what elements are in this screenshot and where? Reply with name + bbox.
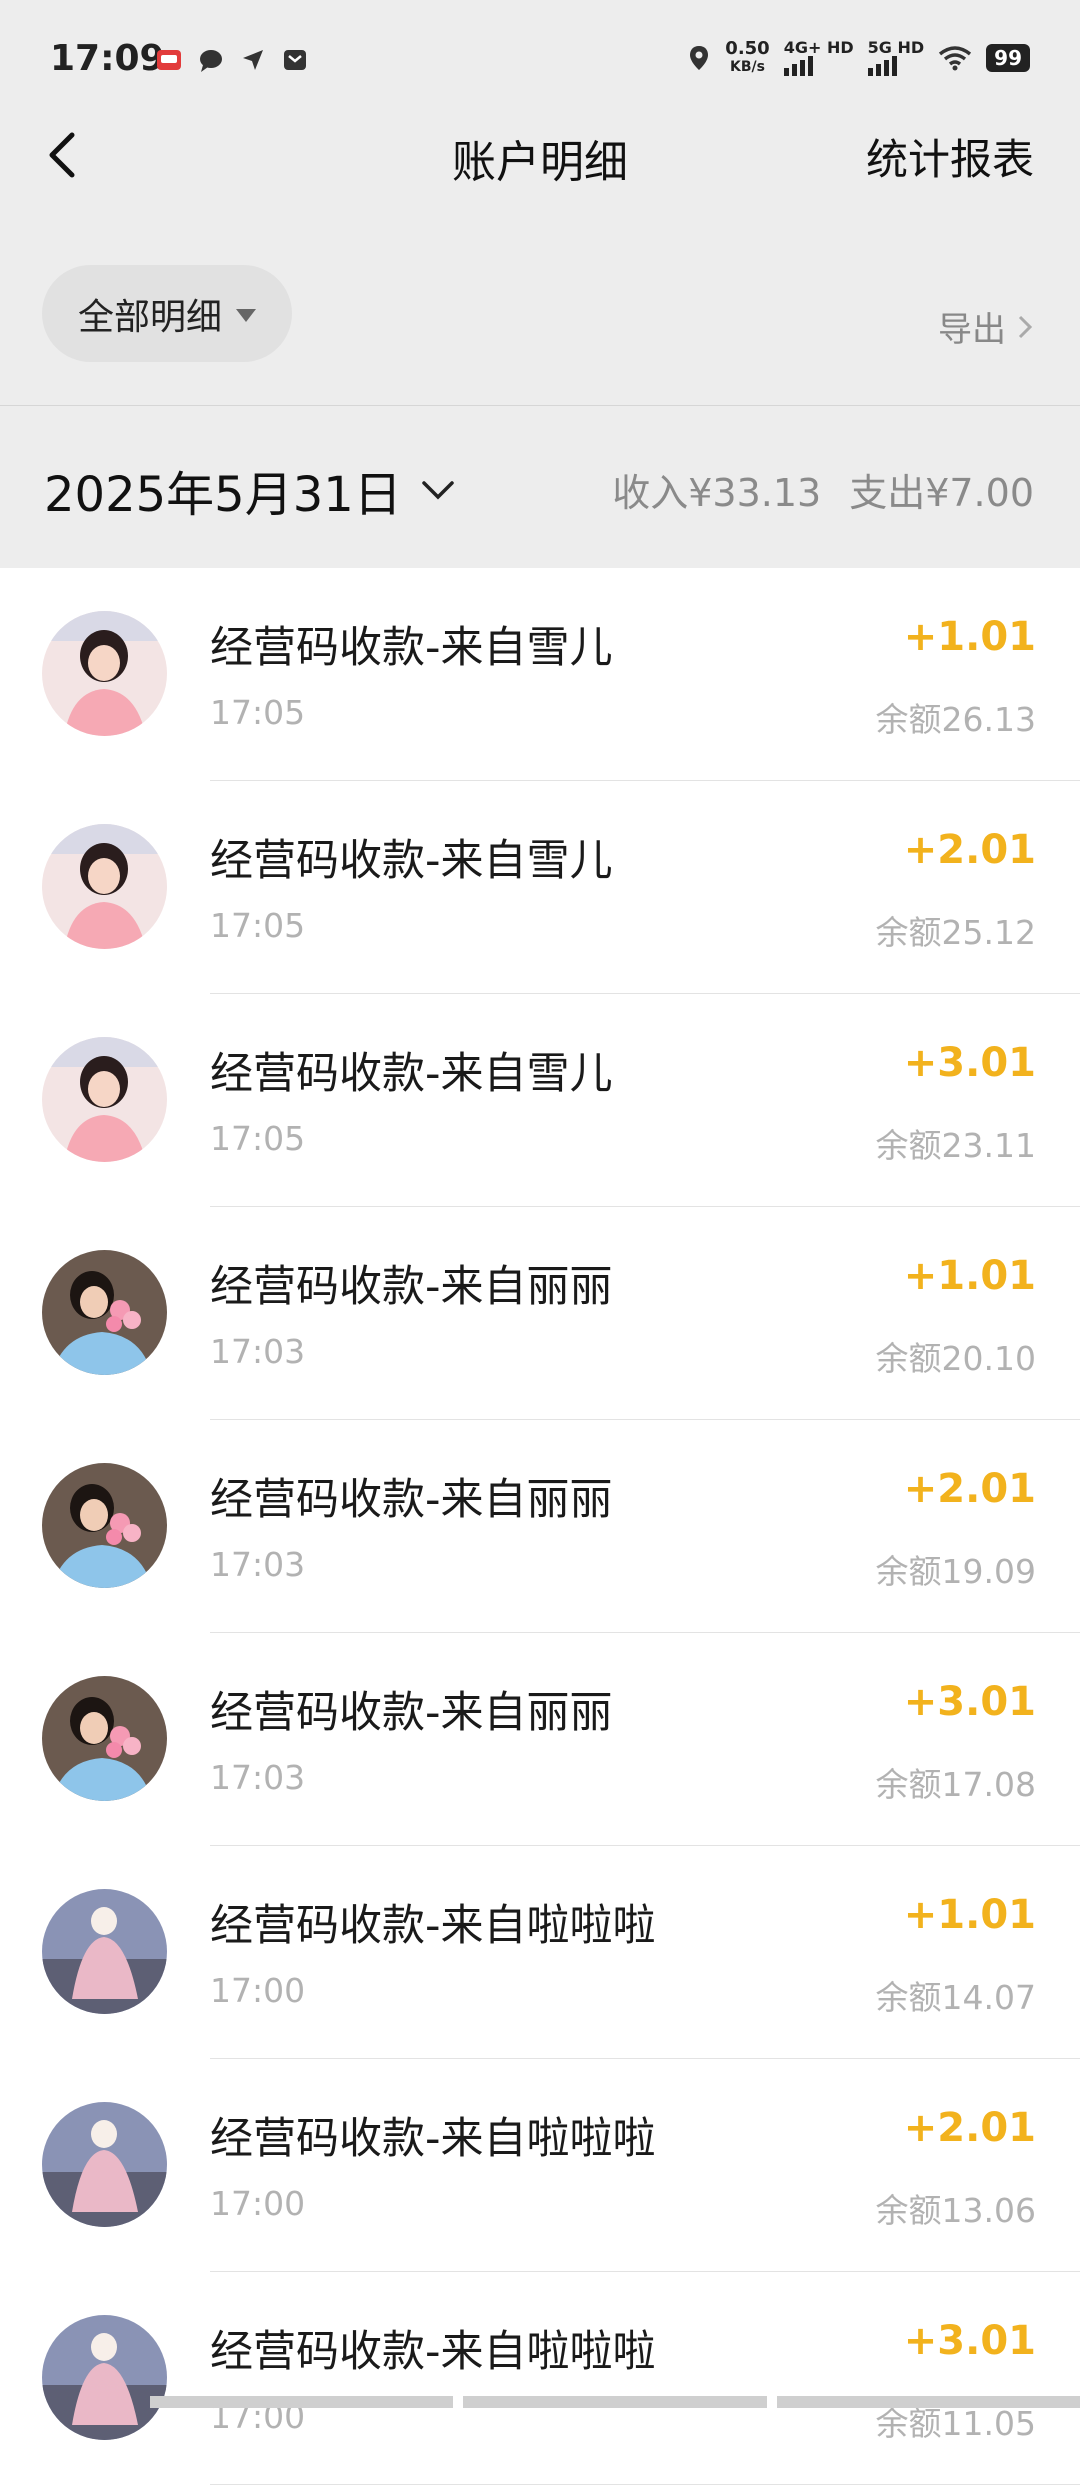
bottom-scroll-strip	[0, 2396, 1080, 2408]
transaction-amount: +2.01	[903, 827, 1036, 873]
transaction-title: 经营码收款-来自啦啦啦	[210, 2327, 656, 2377]
inbox-icon	[284, 50, 306, 70]
transaction-list: 经营码收款-来自雪儿 17:05 +1.01 余额26.13 经营码收款-来自雪儿 17:…	[0, 568, 1080, 2485]
net-speed: 0.50 KB/s	[725, 40, 769, 76]
transaction-row[interactable]: 经营码收款-来自雪儿 17:05 +3.01 余额23.11	[0, 994, 1080, 1207]
transaction-amount: +2.01	[903, 1466, 1036, 1512]
transaction-time: 17:03	[210, 1545, 306, 1584]
filter-dropdown[interactable]: 全部明细	[42, 265, 292, 362]
dropdown-triangle-icon	[236, 309, 256, 322]
signal-bars-icon	[867, 56, 925, 76]
notification-icons	[155, 46, 309, 74]
message-icon	[200, 50, 222, 72]
transaction-row[interactable]: 经营码收款-来自丽丽 17:03 +1.01 余额20.10	[0, 1207, 1080, 1420]
avatar	[42, 1250, 167, 1375]
wifi-icon	[939, 46, 972, 71]
sim2-signal: 5G HD	[867, 38, 925, 76]
transaction-title: 经营码收款-来自啦啦啦	[210, 1901, 656, 1951]
avatar	[42, 1037, 167, 1162]
transaction-row[interactable]: 经营码收款-来自啦啦啦 17:00 +1.01 余额14.07	[0, 1846, 1080, 2059]
status-right: 0.50 KB/s 4G+ HD 5G HD 99	[687, 40, 1030, 76]
transaction-title: 经营码收款-来自雪儿	[210, 1049, 613, 1099]
transaction-amount: +3.01	[903, 2318, 1036, 2364]
date-label: 2025年5月31日	[44, 467, 402, 523]
app-notification-icon	[157, 50, 181, 70]
avatar	[42, 1889, 167, 2014]
net-speed-value: 0.50	[725, 38, 770, 59]
transaction-amount: +1.01	[903, 614, 1036, 660]
sim1-signal: 4G+ HD	[783, 38, 854, 76]
transaction-title: 经营码收款-来自丽丽	[210, 1262, 613, 1312]
date-selector[interactable]: 2025年5月31日	[44, 455, 456, 525]
transaction-time: 17:00	[210, 1971, 306, 2010]
transaction-time: 17:05	[210, 906, 306, 945]
transaction-row[interactable]: 经营码收款-来自啦啦啦 17:00 +2.01 余额13.06	[0, 2059, 1080, 2272]
transaction-row[interactable]: 经营码收款-来自丽丽 17:03 +2.01 余额19.09	[0, 1420, 1080, 1633]
transaction-balance: 余额14.07	[875, 1978, 1036, 2017]
signal-bars-icon	[783, 56, 854, 76]
transaction-row[interactable]: 经营码收款-来自雪儿 17:05 +1.01 余额26.13	[0, 568, 1080, 781]
avatar	[42, 1463, 167, 1588]
chevron-right-icon	[1018, 315, 1033, 338]
transaction-title: 经营码收款-来自啦啦啦	[210, 2114, 656, 2164]
transaction-amount: +2.01	[903, 2105, 1036, 2151]
transaction-amount: +1.01	[903, 1892, 1036, 1938]
status-time: 17:09	[50, 38, 165, 79]
transaction-title: 经营码收款-来自丽丽	[210, 1475, 613, 1525]
transaction-amount: +1.01	[903, 1253, 1036, 1299]
location-pin-icon	[690, 46, 709, 70]
transaction-title: 经营码收款-来自丽丽	[210, 1688, 613, 1738]
avatar	[42, 2102, 167, 2227]
transaction-row[interactable]: 经营码收款-来自啦啦啦 17:00 +3.01 余额11.05	[0, 2272, 1080, 2485]
income-total: 收入¥33.13	[612, 471, 822, 515]
transaction-amount: +3.01	[903, 1040, 1036, 1086]
transaction-amount: +3.01	[903, 1679, 1036, 1725]
filter-label: 全部明细	[77, 296, 222, 338]
transaction-balance: 余额23.11	[875, 1126, 1036, 1165]
avatar	[42, 824, 167, 949]
statistics-report-button[interactable]: 统计报表	[866, 126, 1034, 187]
sim2-label: 5G HD	[867, 38, 925, 57]
transaction-balance: 余额13.06	[875, 2191, 1036, 2230]
section-divider	[0, 405, 1080, 406]
transaction-balance: 余额26.13	[875, 700, 1036, 739]
avatar	[42, 611, 167, 736]
day-summary: 收入¥33.13 支出¥7.00	[612, 462, 1034, 517]
export-button[interactable]: 导出	[938, 302, 1034, 351]
transaction-time: 17:03	[210, 1332, 306, 1371]
battery-icon: 99	[986, 44, 1030, 72]
transaction-balance: 余额19.09	[875, 1552, 1036, 1591]
avatar	[42, 1676, 167, 1801]
transaction-row[interactable]: 经营码收款-来自丽丽 17:03 +3.01 余额17.08	[0, 1633, 1080, 1846]
transaction-balance: 余额20.10	[875, 1339, 1036, 1378]
transaction-time: 17:00	[210, 2184, 306, 2223]
location-arrow-icon	[243, 50, 263, 70]
sim1-label: 4G+ HD	[783, 38, 854, 57]
chevron-down-icon	[422, 481, 454, 500]
transaction-balance: 余额17.08	[875, 1765, 1036, 1804]
transaction-balance: 余额25.12	[875, 913, 1036, 952]
transaction-row[interactable]: 经营码收款-来自雪儿 17:05 +2.01 余额25.12	[0, 781, 1080, 994]
transaction-time: 17:05	[210, 1119, 306, 1158]
avatar	[42, 2315, 167, 2440]
transaction-time: 17:03	[210, 1758, 306, 1797]
transaction-title: 经营码收款-来自雪儿	[210, 836, 613, 886]
transaction-title: 经营码收款-来自雪儿	[210, 623, 613, 673]
expense-total: 支出¥7.00	[849, 471, 1034, 515]
transaction-time: 17:05	[210, 693, 306, 732]
export-label: 导出	[938, 310, 1006, 350]
net-speed-unit: KB/s	[730, 59, 765, 75]
